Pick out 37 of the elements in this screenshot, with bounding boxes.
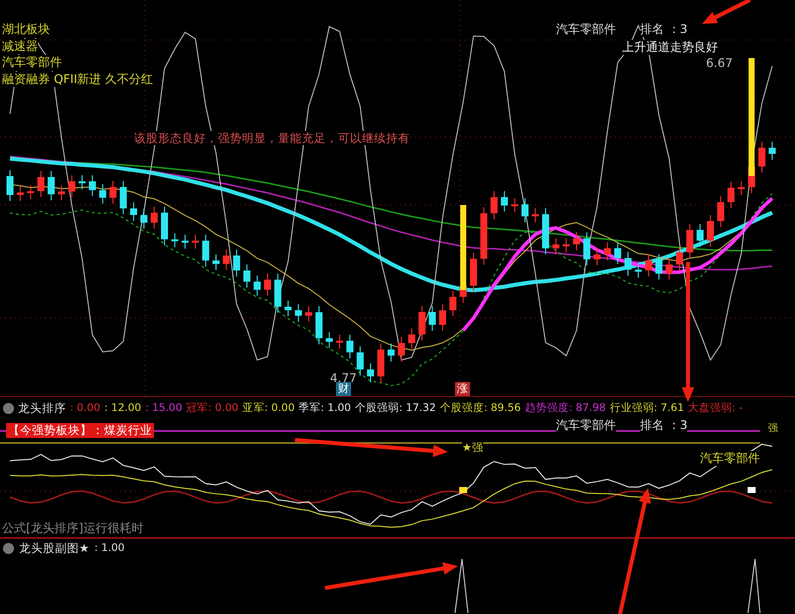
peak-label: ★强: [462, 441, 483, 455]
signal-square: [748, 487, 756, 493]
signal-square: [459, 487, 468, 493]
event-marker: 涨: [455, 382, 470, 396]
collapse-icon[interactable]: [3, 402, 14, 414]
indicator-value: 行业强弱: 7.61: [610, 401, 684, 415]
sector-label: 汽车零部件: [556, 418, 616, 433]
spike-line: [454, 558, 468, 613]
collapse-icon[interactable]: [3, 542, 14, 554]
spike-line: [748, 558, 760, 613]
sector-label: 汽车零部件: [556, 22, 616, 37]
indicator-value: 冠军: 0.00: [186, 401, 238, 415]
stock-tag: 湖北板块: [2, 22, 50, 38]
indicator-value: : 1.00: [94, 542, 125, 554]
rank-label: 排名 ：3: [640, 418, 688, 433]
indicator-value: : 12.00: [104, 402, 142, 414]
end-label: 强: [768, 423, 778, 436]
stock-tag: 汽车零部件: [2, 55, 62, 71]
indicator-value: 大盘强弱: -: [688, 401, 743, 415]
line-label: 汽车零部件: [700, 451, 760, 466]
indicator-value: 个股强度: 89.56: [440, 401, 521, 415]
strong-sector-label: 【今强势板块】：煤炭行业: [6, 423, 154, 438]
indicator-value: 季军: 1.00: [298, 401, 351, 415]
rank-label: 排名 ：3: [640, 22, 688, 37]
indicator-value: : 0.00: [70, 402, 100, 414]
stock-tag: 减速器: [2, 38, 38, 54]
stock-tag: 融资融券 QFII新进 久不分红: [2, 72, 154, 88]
indicator-value: : 15.00: [145, 402, 182, 414]
formula-note: 公式[龙头排序]运行很耗时: [2, 521, 144, 536]
trend-note: 上升通道走势良好: [622, 40, 718, 55]
indicator-name: 龙头排序: [18, 400, 66, 416]
annotation-arrow: [702, 0, 751, 24]
indicator-value: 个股强弱: 17.32: [354, 401, 436, 415]
indicator-name: 龙头股副图★: [19, 540, 90, 556]
indicator-value: 趋势强度: 87.98: [524, 401, 606, 415]
analysis-comment: 该股形态良好，强势明显，量能充足，可以继续持有: [134, 131, 410, 146]
indicator-value: 亚军: 0.00: [242, 401, 295, 415]
